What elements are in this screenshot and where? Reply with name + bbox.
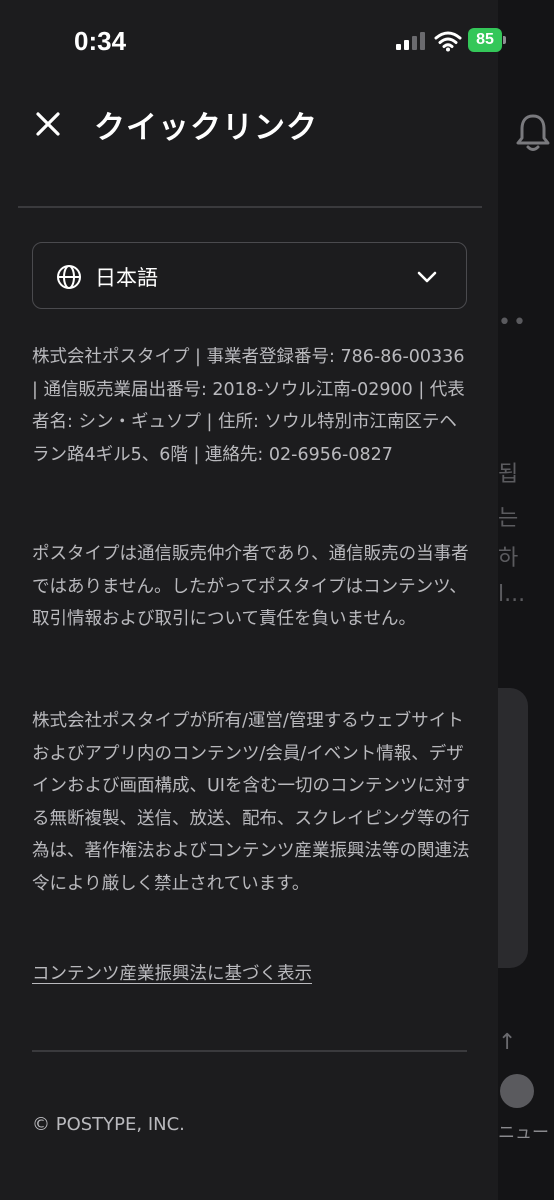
more-dots-icon[interactable]: •• (498, 310, 528, 335)
arrow-up-icon[interactable]: ↑ (498, 1030, 516, 1055)
status-bar: 0:34 85 (0, 0, 554, 80)
battery-icon: 85 (468, 28, 506, 52)
bell-icon[interactable] (514, 112, 552, 154)
background-card (498, 688, 528, 968)
globe-icon (57, 265, 81, 289)
copyright-text: © POSTYPE, INC. (32, 1114, 185, 1135)
legal-notice-link[interactable]: コンテンツ産業振興法に基づく表示 (32, 960, 312, 985)
background-text: l... (498, 582, 526, 607)
avatar[interactable] (500, 1074, 534, 1108)
cellular-signal-icon (396, 32, 426, 50)
background-text: 는 (498, 506, 519, 531)
background-text: 됩 (498, 462, 519, 487)
chevron-down-icon (417, 271, 437, 283)
wifi-icon (434, 31, 462, 52)
divider (18, 206, 482, 208)
divider (32, 1050, 467, 1052)
language-select[interactable]: 日本語 (32, 242, 467, 309)
disclaimer-text: ポスタイプは通信販売仲介者であり、通信販売の当事者ではありません。したがってポス… (32, 544, 469, 629)
background-text: 하 (498, 546, 519, 571)
status-time: 0:34 (74, 26, 127, 56)
page-title: クイックリンク (94, 110, 318, 146)
company-info-text: 株式会社ポスタイプ | 事業者登録番号: 786-86-00336 | 通信販売… (32, 347, 465, 465)
background-page: •• 됩 는 하 l... ↑ ニュー (498, 0, 554, 1200)
language-value: 日本語 (95, 266, 158, 290)
close-icon (36, 112, 60, 136)
battery-level: 85 (468, 28, 502, 52)
quick-links-drawer: クイックリンク 日本語 株式会社ポスタイプ | 事業者登録番号: 786-86-… (0, 0, 498, 1200)
copyright-notice-text: 株式会社ポスタイプが所有/運営/管理するウェブサイトおよびアプリ内のコンテンツ/… (32, 711, 470, 894)
close-button[interactable] (30, 106, 66, 142)
menu-label[interactable]: ニュー (498, 1118, 549, 1143)
